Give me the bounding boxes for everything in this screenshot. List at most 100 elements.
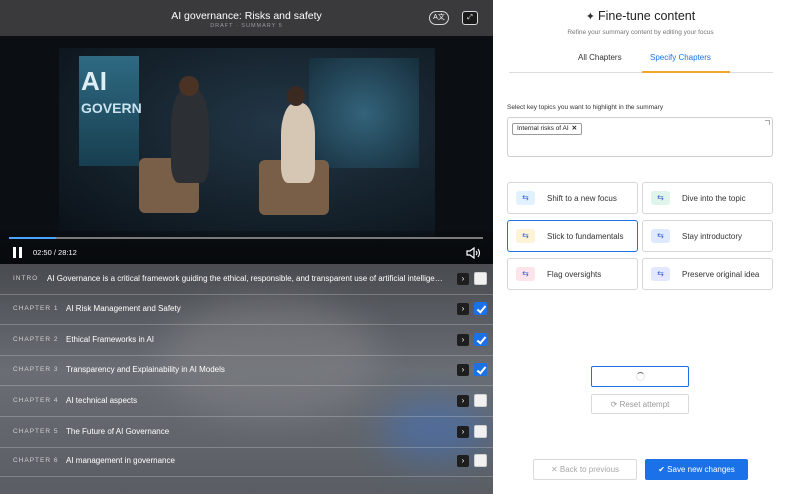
- chapter-title: AI Risk Management and Safety: [66, 304, 181, 313]
- chevron-right-icon[interactable]: ›: [457, 303, 469, 315]
- chapter-title: Ethical Frameworks in AI: [66, 335, 155, 344]
- focus-option-label: Dive into the topic: [682, 194, 746, 203]
- key-topics-input[interactable]: Internal risks of AI ✕: [507, 117, 773, 157]
- chevron-right-icon[interactable]: ›: [457, 455, 469, 467]
- chapter-checkbox[interactable]: [474, 425, 487, 438]
- key-topics-label: Select key topics you want to highlight …: [507, 104, 664, 111]
- chapter-row[interactable]: CHAPTER 5 The Future of AI Governance ›: [0, 417, 493, 448]
- speaker-left-head: [179, 76, 199, 96]
- chevron-right-icon[interactable]: ›: [457, 364, 469, 376]
- focus-option-icon: ⇆: [651, 191, 670, 205]
- save-changes-button[interactable]: ✔ Save new changes: [645, 459, 748, 480]
- chapter-label: CHAPTER 4: [13, 397, 59, 404]
- chevron-right-icon[interactable]: ›: [457, 273, 469, 285]
- chapter-checkbox[interactable]: [474, 302, 487, 315]
- active-tab-indicator: [642, 71, 730, 73]
- focus-option[interactable]: ⇆ Stay introductory: [642, 220, 773, 252]
- focus-option-icon: ⇆: [516, 191, 535, 205]
- chapter-label: CHAPTER 5: [13, 428, 59, 435]
- chapter-row[interactable]: CHAPTER 4 AI technical aspects ›: [0, 386, 493, 417]
- chapter-label: CHAPTER 2: [13, 336, 59, 343]
- time-display: 02:50 / 28:12: [33, 248, 77, 257]
- topic-chip: Internal risks of AI ✕: [512, 123, 583, 135]
- speaker-right-head: [287, 86, 305, 106]
- focus-option-icon: ⇆: [651, 267, 670, 281]
- focus-option-label: Shift to a new focus: [547, 194, 617, 203]
- focus-option-icon: ⇆: [516, 229, 535, 243]
- back-to-previous-button[interactable]: ✕ Back to previous: [533, 459, 637, 480]
- focus-option[interactable]: ⇆ Shift to a new focus: [507, 182, 638, 214]
- focus-option[interactable]: ⇆ Stick to fundamentals: [507, 220, 638, 252]
- chapter-checkbox[interactable]: [474, 272, 487, 285]
- chapter-row[interactable]: CHAPTER 1 AI Risk Management and Safety ›: [0, 294, 493, 325]
- focus-option[interactable]: ⇆ Flag oversights: [507, 258, 638, 290]
- spinner-icon: [636, 372, 645, 381]
- chevron-right-icon[interactable]: ›: [457, 395, 469, 407]
- chapter-title: The Future of AI Governance: [66, 427, 170, 436]
- panel-subtitle: Refine your summary content by editing y…: [567, 29, 714, 36]
- scope-tabs: All Chapters Specify Chapters: [509, 48, 773, 73]
- chapter-checkbox[interactable]: [474, 454, 487, 467]
- focus-option[interactable]: ⇆ Preserve original idea: [642, 258, 773, 290]
- chapter-label: INTRO: [13, 275, 39, 282]
- player-pane: AI governance: Risks and safety DRAFT · …: [0, 0, 493, 494]
- tab-specify-chapters[interactable]: Specify Chapters: [650, 53, 711, 62]
- focus-option-label: Preserve original idea: [682, 270, 760, 279]
- chapter-label: CHAPTER 1: [13, 305, 59, 312]
- stage-logo-ai: AI: [81, 66, 107, 96]
- focus-option[interactable]: ⇆ Dive into the topic: [642, 182, 773, 214]
- reset-attempt-button[interactable]: ⟳ Reset attempt: [591, 394, 689, 414]
- chevron-right-icon[interactable]: ›: [457, 334, 469, 346]
- chapter-row[interactable]: CHAPTER 3 Transparency and Explainability…: [0, 355, 493, 386]
- topic-chip-label: Internal risks of AI: [517, 125, 569, 132]
- panel-title: ✦ Fine-tune content: [493, 9, 788, 23]
- sparkle-icon: ✦: [585, 11, 595, 23]
- stage-screen-right: [309, 58, 419, 168]
- video-progress-bar[interactable]: [9, 237, 483, 239]
- panel-title-text: Fine-tune content: [597, 9, 696, 23]
- pause-icon[interactable]: [12, 247, 24, 259]
- chapter-list: INTRO AI Governance is a critical framewo…: [0, 264, 493, 494]
- chapter-row[interactable]: INTRO AI Governance is a critical framewo…: [0, 264, 493, 295]
- expand-icon[interactable]: ⤢: [462, 11, 478, 25]
- focus-option-icon: ⇆: [516, 267, 535, 281]
- video-title: AI governance: Risks and safety: [171, 10, 322, 22]
- video-frame: AI GOVERN: [59, 48, 435, 238]
- save-changes-label: Save new changes: [667, 465, 735, 474]
- focus-option-label: Stick to fundamentals: [547, 232, 624, 241]
- refresh-icon: ⟳: [610, 400, 618, 409]
- chevron-right-icon[interactable]: ›: [457, 426, 469, 438]
- back-to-previous-label: Back to previous: [559, 465, 620, 474]
- chapter-title: AI technical aspects: [66, 396, 138, 405]
- chapter-label: CHAPTER 6: [13, 457, 59, 464]
- video-subtitle: DRAFT · SUMMARY 5: [210, 23, 283, 29]
- reset-attempt-label: Reset attempt: [619, 400, 670, 409]
- chapter-row[interactable]: CHAPTER 2 Ethical Frameworks in AI ›: [0, 325, 493, 356]
- speaker-left: [171, 88, 209, 183]
- player-header: AI governance: Risks and safety DRAFT · …: [0, 0, 493, 36]
- video-player[interactable]: AI GOVERN 02:50 / 28:12: [0, 36, 493, 264]
- chapter-row[interactable]: CHAPTER 6 AI management in governance ›: [0, 446, 493, 477]
- chapter-checkbox[interactable]: [474, 394, 487, 407]
- focus-option-label: Stay introductory: [682, 232, 743, 241]
- chapter-title: AI management in governance: [66, 456, 175, 465]
- chapter-title: AI Governance is a critical framework gu…: [47, 274, 447, 283]
- chapter-checkbox[interactable]: [474, 363, 487, 376]
- volume-icon[interactable]: [466, 246, 482, 260]
- resize-handle-icon[interactable]: [765, 120, 770, 125]
- focus-option-label: Flag oversights: [547, 270, 602, 279]
- stage-logo-governance: GOVERN: [81, 100, 142, 116]
- loading-box: [591, 366, 689, 387]
- chapter-checkbox[interactable]: [474, 333, 487, 346]
- check-icon: ✔: [658, 465, 665, 474]
- tab-all-chapters[interactable]: All Chapters: [578, 53, 622, 62]
- translate-icon[interactable]: A文: [429, 11, 449, 25]
- close-icon: ✕: [550, 465, 558, 474]
- fine-tune-panel: ✦ Fine-tune content Refine your summary c…: [493, 0, 788, 494]
- video-progress-fill: [9, 237, 57, 239]
- chapter-label: CHAPTER 3: [13, 366, 59, 373]
- close-icon[interactable]: ✕: [572, 125, 577, 132]
- focus-option-icon: ⇆: [651, 229, 670, 243]
- app-root: AI governance: Risks and safety DRAFT · …: [0, 0, 788, 494]
- chapter-title: Transparency and Explainability in AI Mo…: [66, 365, 225, 374]
